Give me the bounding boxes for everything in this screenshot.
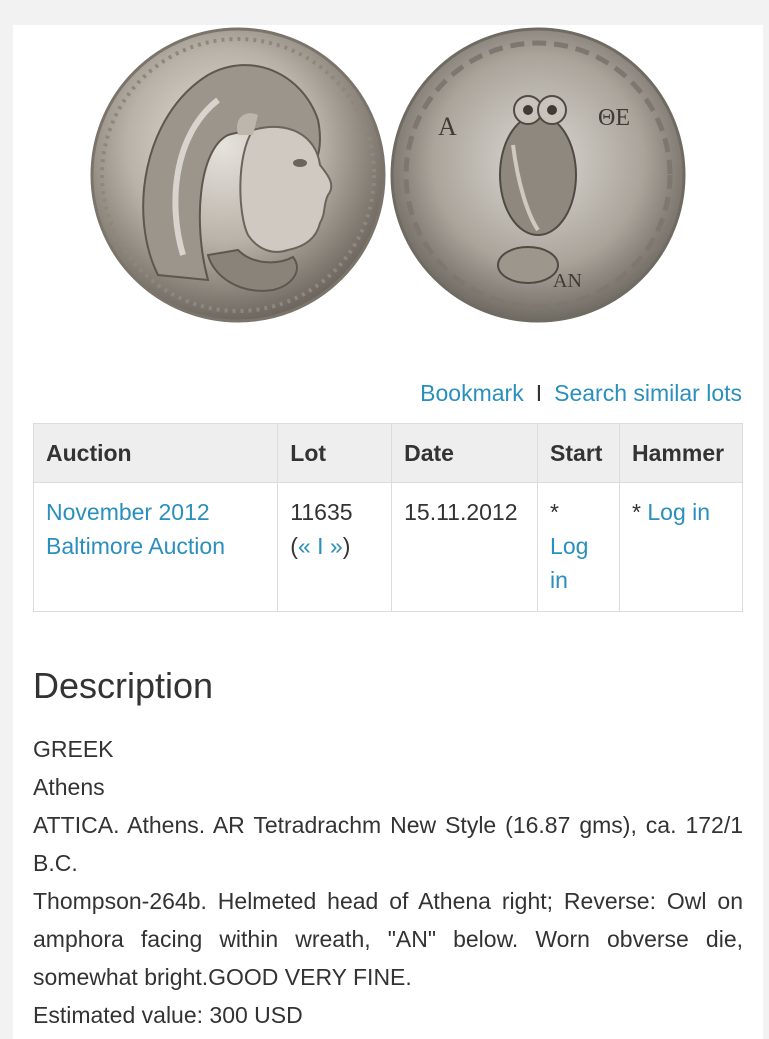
cell-hammer: * Log in <box>619 482 743 612</box>
lot-nav-close: ) <box>342 533 351 559</box>
search-similar-lots-link[interactable]: Search similar lots <box>554 380 742 406</box>
header-auction: Auction <box>32 423 279 483</box>
bookmark-link[interactable]: Bookmark <box>420 380 524 406</box>
start-login-link[interactable]: Log in <box>550 529 600 597</box>
reverse-letter-the: ΘΕ <box>598 105 630 131</box>
auction-link[interactable]: November 2012 Baltimore Auction <box>46 499 225 559</box>
lot-nav-open: ( <box>290 533 298 559</box>
hammer-login-link[interactable]: Log in <box>647 499 710 525</box>
coin-image[interactable]: A ΘΕ AN <box>88 25 688 325</box>
description-line-category: GREEK <box>33 736 114 762</box>
coin-reverse: A ΘΕ AN <box>390 27 686 323</box>
page: A ΘΕ AN Bookmark I Search similar lots Auc… <box>13 25 763 1039</box>
hammer-asterisk: * <box>632 499 641 525</box>
header-hammer: Hammer <box>619 423 743 483</box>
auction-line-1: November 2012 <box>46 499 210 525</box>
cell-auction: November 2012 Baltimore Auction <box>32 482 279 612</box>
table-row: November 2012 Baltimore Auction 11635 (« … <box>32 482 743 612</box>
previous-lot-link[interactable]: « <box>298 533 311 559</box>
header-lot: Lot <box>277 423 393 483</box>
auction-line-2: Baltimore Auction <box>46 533 225 559</box>
cell-date: 15.11.2012 <box>391 482 539 612</box>
reverse-letter-an: AN <box>553 270 582 292</box>
lot-table: Auction Lot Date Start Hammer November 2… <box>32 423 743 612</box>
description-line-details: Thompson-264b. Helmeted head of Athena r… <box>33 888 743 990</box>
header-start: Start <box>537 423 621 483</box>
description-line-title: ATTICA. Athens. AR Tetradrachm New Style… <box>33 812 743 876</box>
coin-obverse <box>90 27 386 323</box>
coin-svg: A ΘΕ AN <box>90 27 686 323</box>
lot-number: 11635 <box>290 499 353 525</box>
next-lot-link[interactable]: » <box>330 533 343 559</box>
cell-start: * Log in <box>537 482 621 612</box>
lot-action-links: Bookmark I Search similar lots <box>420 378 742 408</box>
description-line-estimate: Estimated value: 300 USD <box>33 1002 303 1028</box>
reverse-letter-a: A <box>438 112 457 141</box>
start-asterisk: * <box>550 499 559 525</box>
description-title: Description <box>33 665 214 706</box>
table-header-row: Auction Lot Date Start Hammer <box>32 423 743 483</box>
lot-nav-separator: I <box>317 533 324 559</box>
header-date: Date <box>391 423 539 483</box>
description-body: GREEK Athens ATTICA. Athens. AR Tetradra… <box>33 730 743 1034</box>
link-separator: I <box>535 380 543 406</box>
cell-lot: 11635 (« I ») <box>277 482 393 612</box>
description-line-city: Athens <box>33 774 105 800</box>
